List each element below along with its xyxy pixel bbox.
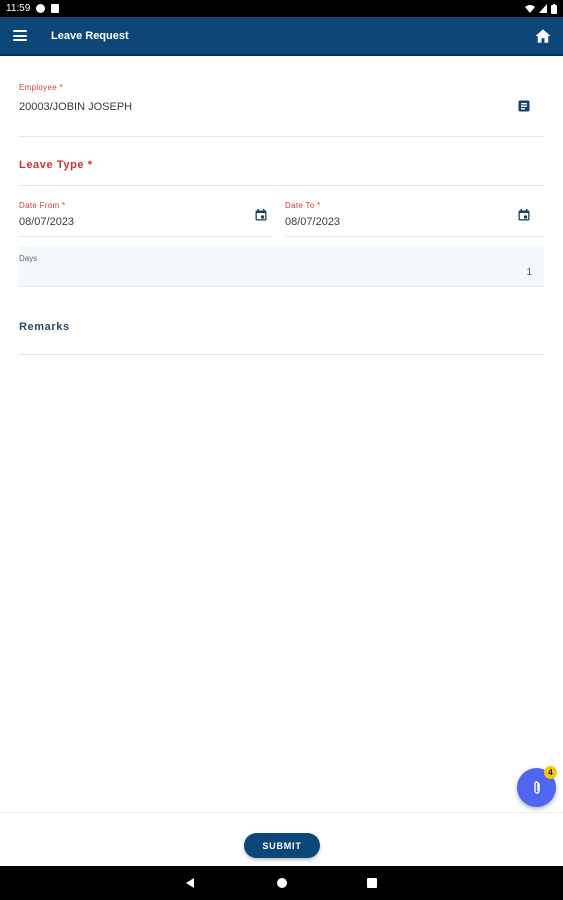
app-bar: Leave Request bbox=[0, 17, 563, 56]
remarks-field[interactable]: Remarks bbox=[19, 310, 544, 355]
employee-field[interactable]: Employee * 20003/JOBIN JOSEPH bbox=[19, 80, 544, 137]
attachment-count-badge: 4 bbox=[544, 766, 557, 779]
page-title: Leave Request bbox=[51, 29, 129, 42]
system-navigation-bar bbox=[0, 866, 563, 900]
status-time: 11:59 bbox=[6, 3, 31, 14]
days-label: Days bbox=[19, 254, 38, 263]
date-from-field[interactable]: Date From * 08/07/2023 bbox=[19, 196, 271, 237]
cell-signal-icon bbox=[539, 4, 547, 13]
calendar-icon[interactable] bbox=[518, 209, 530, 221]
bottom-action-bar: SUBMIT bbox=[0, 812, 563, 866]
days-value: 1 bbox=[526, 267, 532, 278]
contact-card-icon[interactable] bbox=[518, 100, 530, 112]
battery-icon bbox=[551, 3, 557, 14]
submit-button[interactable]: SUBMIT bbox=[244, 833, 320, 858]
storage-notification-icon bbox=[51, 4, 60, 13]
date-to-value: 08/07/2023 bbox=[285, 216, 341, 228]
hamburger-menu-icon[interactable] bbox=[13, 30, 27, 41]
date-from-label: Date From * bbox=[19, 201, 66, 210]
app-notification-icon bbox=[36, 4, 46, 13]
employee-label: Employee * bbox=[19, 83, 63, 92]
recent-apps-icon[interactable] bbox=[367, 878, 377, 888]
remarks-label: Remarks bbox=[19, 321, 70, 333]
date-from-value: 08/07/2023 bbox=[19, 216, 75, 228]
home-icon[interactable] bbox=[534, 27, 552, 45]
employee-value: 20003/JOBIN JOSEPH bbox=[19, 101, 133, 113]
days-field: Days 1 bbox=[19, 246, 544, 287]
home-circle-icon[interactable] bbox=[277, 878, 287, 888]
paperclip-attachment-icon bbox=[533, 780, 540, 794]
wifi-icon bbox=[525, 5, 535, 13]
status-bar: 11:59 bbox=[0, 0, 563, 17]
back-icon[interactable] bbox=[186, 878, 194, 888]
date-to-field[interactable]: Date To * 08/07/2023 bbox=[285, 196, 544, 237]
leave-type-field[interactable]: Leave Type * bbox=[19, 150, 544, 186]
calendar-icon[interactable] bbox=[255, 209, 267, 221]
leave-type-label: Leave Type * bbox=[19, 159, 93, 171]
date-to-label: Date To * bbox=[285, 201, 321, 210]
